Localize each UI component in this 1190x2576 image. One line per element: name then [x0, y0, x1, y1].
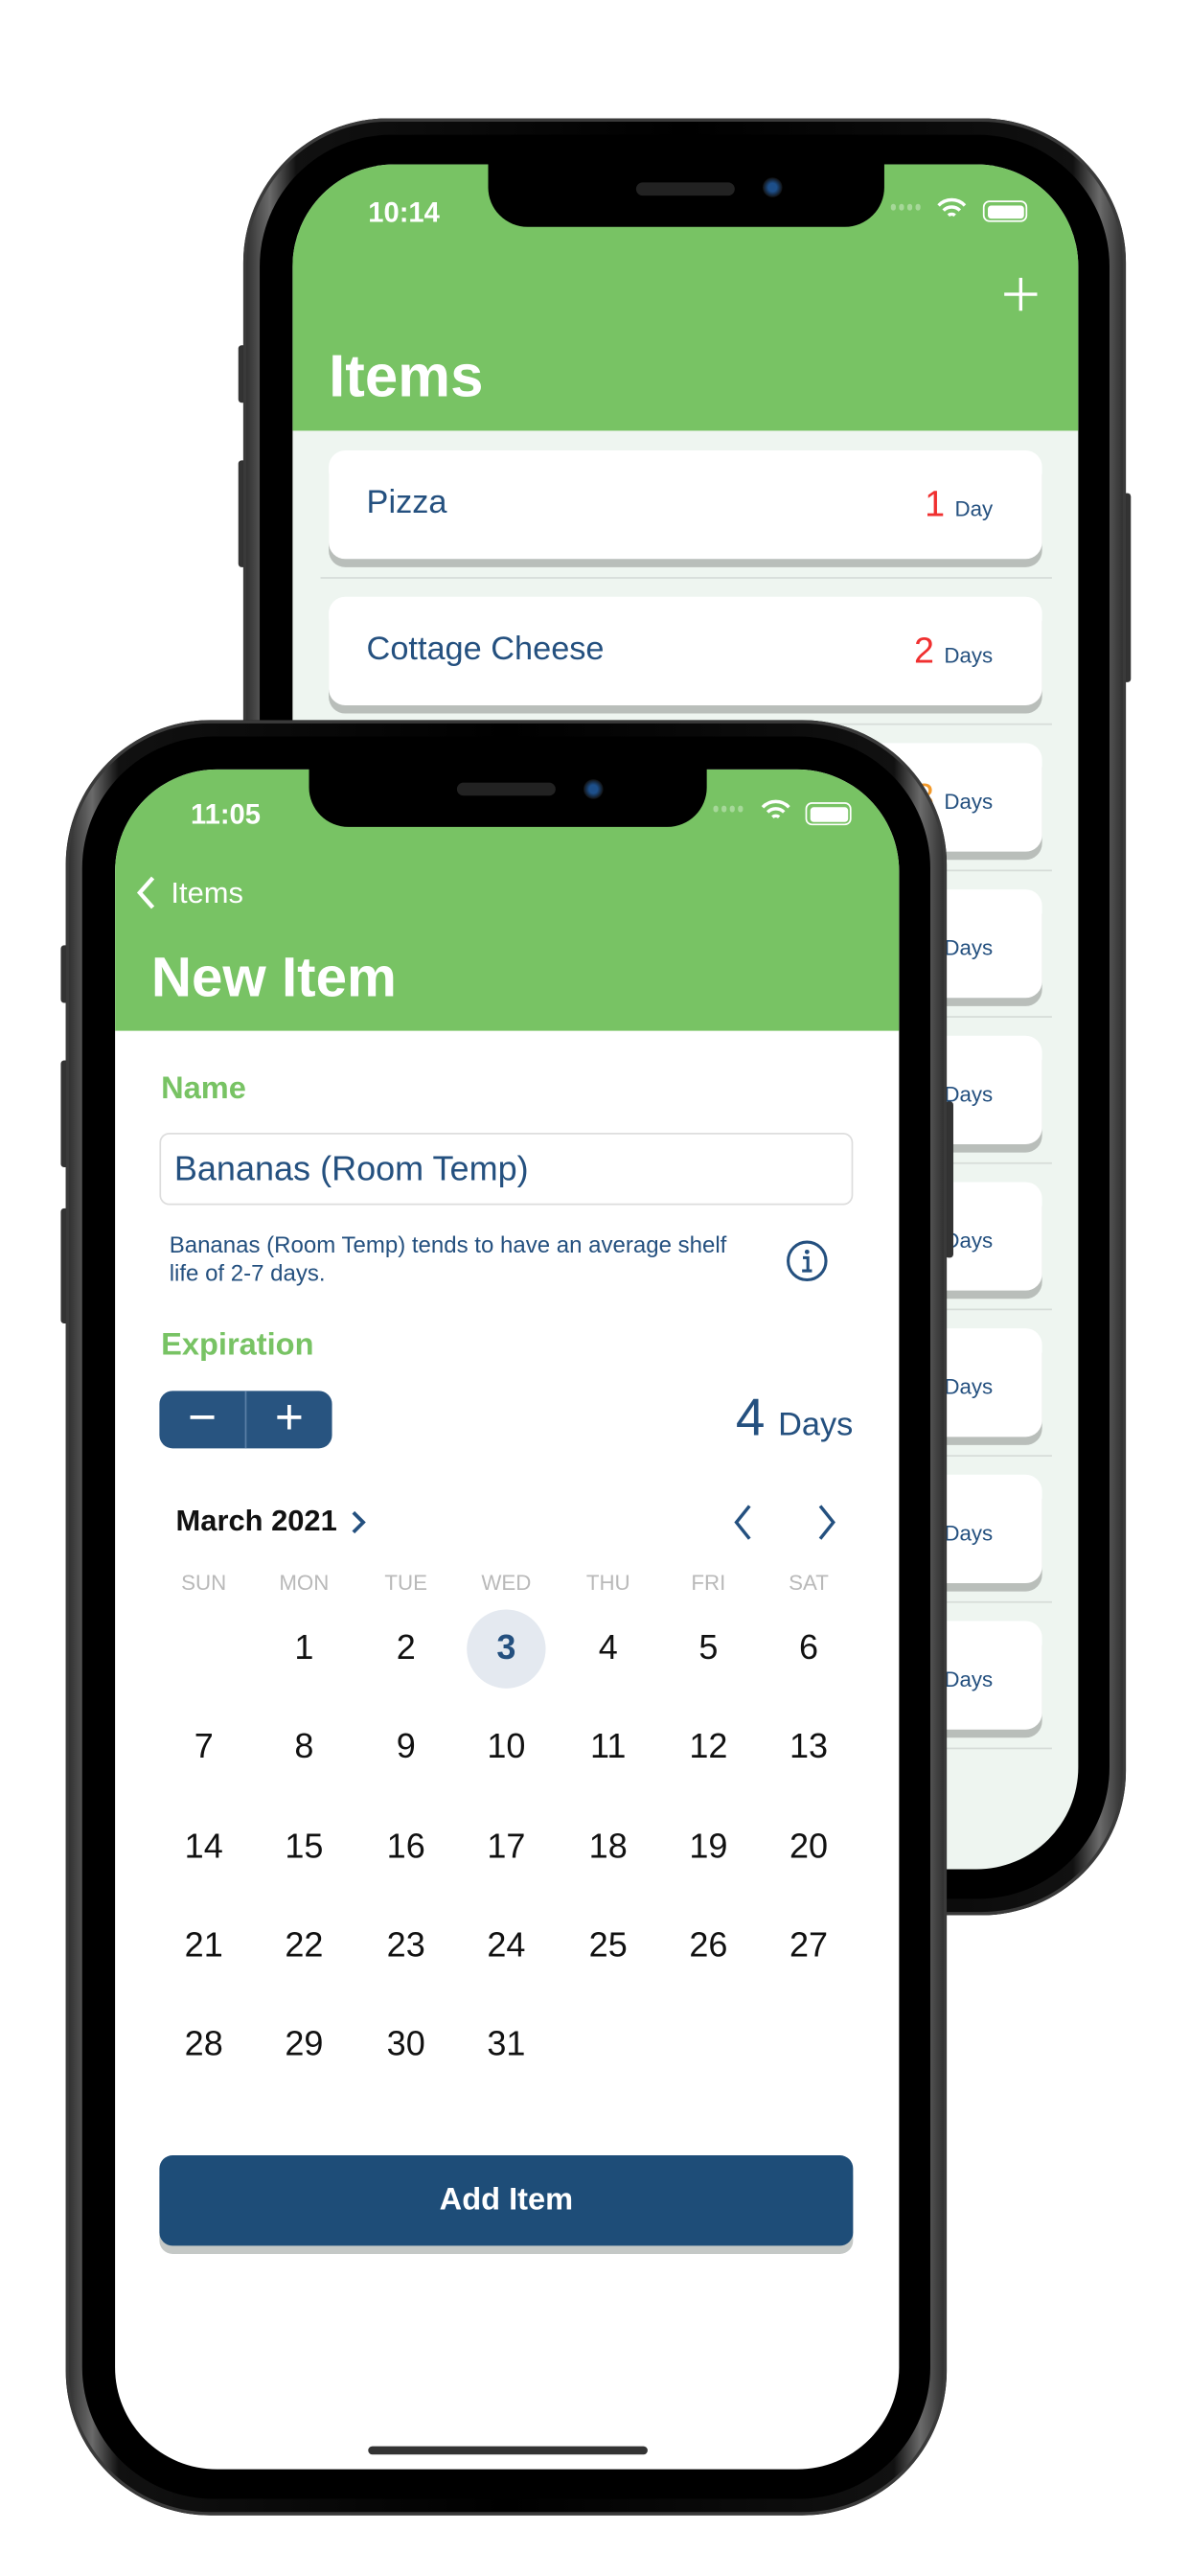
weekday-label: THU — [585, 1570, 630, 1596]
month-picker-toggle[interactable]: March 2021 — [176, 1505, 367, 1539]
item-days-unit: Days — [944, 789, 994, 815]
item-days-unit: Days — [944, 1520, 994, 1546]
calendar-day[interactable]: 28 — [165, 2006, 243, 2084]
item-days-unit: Days — [944, 935, 994, 960]
calendar-day[interactable]: 21 — [165, 1907, 243, 1986]
next-month-button[interactable] — [813, 1503, 839, 1542]
calendar-day[interactable]: 14 — [165, 1807, 243, 1886]
plus-icon[interactable] — [1002, 276, 1039, 312]
calendar-day[interactable]: 31 — [467, 2006, 545, 2084]
list-item[interactable]: Cottage Cheese 2 Days — [329, 596, 1042, 705]
item-days-count: 1 — [925, 483, 946, 525]
calendar-day[interactable]: 27 — [769, 1907, 848, 1986]
battery-icon — [982, 200, 1028, 222]
item-days: 1 Day — [925, 483, 993, 526]
list-item[interactable]: Pizza 1 Day — [329, 450, 1042, 560]
list-separator — [320, 577, 1052, 579]
calendar-day[interactable]: 7 — [165, 1709, 243, 1787]
calendar-day[interactable]: 11 — [569, 1709, 648, 1787]
add-item-button[interactable]: Add Item — [159, 2155, 854, 2246]
calendar-day[interactable]: 24 — [467, 1907, 545, 1986]
item-days-unit: Days — [944, 1374, 994, 1399]
chevron-right-icon — [352, 1510, 366, 1533]
back-label: Items — [171, 875, 243, 908]
item-days-count: 2 — [914, 630, 935, 671]
wifi-icon — [937, 197, 967, 218]
item-name: Pizza — [366, 485, 447, 521]
front-phone-screen: 11:05 Items New Item Name Bananas (Room … — [115, 769, 900, 2470]
calendar-day-selected[interactable]: 3 — [467, 1609, 546, 1689]
item-name: Cottage Cheese — [366, 631, 605, 668]
expiration-label: Expiration — [161, 1328, 314, 1364]
home-indicator[interactable] — [368, 2446, 648, 2455]
speaker — [456, 782, 556, 796]
calendar-day[interactable]: 15 — [264, 1807, 343, 1886]
days-unit: Days — [778, 1407, 854, 1444]
item-days-unit: Day — [954, 496, 994, 521]
calendar-day[interactable]: 26 — [669, 1907, 747, 1986]
name-input[interactable]: Bananas (Room Temp) — [159, 1132, 854, 1206]
calendar-day[interactable]: 8 — [264, 1709, 343, 1787]
weekday-label: MON — [279, 1570, 330, 1596]
calendar-day[interactable]: 25 — [569, 1907, 648, 1986]
item-days: 2 Days — [914, 630, 993, 673]
item-days-unit: Days — [944, 1667, 994, 1692]
battery-icon — [805, 802, 852, 826]
chevron-left-icon — [136, 876, 155, 909]
calendar-day[interactable]: 20 — [769, 1807, 848, 1886]
calendar-day[interactable]: 30 — [367, 2006, 446, 2084]
calendar-day[interactable]: 29 — [264, 2006, 343, 2084]
shelf-life-hint: Bananas (Room Temp) tends to have an ave… — [169, 1230, 727, 1286]
status-time: 10:14 — [368, 196, 440, 229]
calendar-day[interactable]: 1 — [264, 1609, 343, 1688]
days-count: 4 — [735, 1387, 766, 1447]
calendar-day[interactable]: 22 — [264, 1907, 343, 1986]
calendar-day[interactable]: 10 — [467, 1709, 545, 1787]
wifi-icon — [761, 799, 790, 819]
calendar-day[interactable]: 23 — [367, 1907, 446, 1986]
info-icon[interactable] — [786, 1239, 829, 1282]
back-button[interactable]: Items — [135, 875, 243, 911]
camera — [584, 779, 604, 799]
weekday-label: SAT — [789, 1570, 829, 1596]
calendar-day[interactable]: 17 — [467, 1807, 545, 1886]
weekday-label: WED — [481, 1570, 532, 1596]
weekday-label: TUE — [384, 1570, 428, 1596]
calendar-day[interactable]: 18 — [569, 1807, 648, 1886]
days-readout: 4 Days — [736, 1388, 853, 1448]
weekday-label: SUN — [181, 1570, 227, 1596]
camera — [762, 177, 783, 197]
day-stepper: − + — [159, 1391, 332, 1449]
calendar-day[interactable]: 16 — [367, 1807, 446, 1886]
calendar-day[interactable]: 19 — [669, 1807, 747, 1886]
page-title: New Item — [150, 947, 397, 1010]
speaker — [635, 182, 735, 196]
previous-month-button[interactable] — [730, 1503, 756, 1542]
calendar-day[interactable]: 2 — [367, 1609, 446, 1688]
calendar-day[interactable]: 9 — [367, 1709, 446, 1787]
decrement-button[interactable]: − — [159, 1391, 247, 1449]
signal-icon — [890, 203, 921, 211]
status-time: 11:05 — [190, 798, 261, 831]
calendar-day[interactable]: 6 — [769, 1609, 848, 1688]
page-title: Items — [329, 341, 484, 410]
month-label: March 2021 — [175, 1504, 337, 1537]
increment-button[interactable]: + — [246, 1391, 332, 1448]
signal-icon — [713, 805, 744, 813]
calendar-day[interactable]: 4 — [569, 1609, 648, 1688]
name-label: Name — [161, 1071, 246, 1107]
weekday-label: FRI — [691, 1570, 726, 1596]
calendar-day[interactable]: 13 — [769, 1709, 848, 1787]
calendar-day[interactable]: 12 — [669, 1709, 747, 1787]
calendar-day[interactable]: 5 — [669, 1609, 747, 1688]
item-days-unit: Days — [944, 642, 994, 668]
